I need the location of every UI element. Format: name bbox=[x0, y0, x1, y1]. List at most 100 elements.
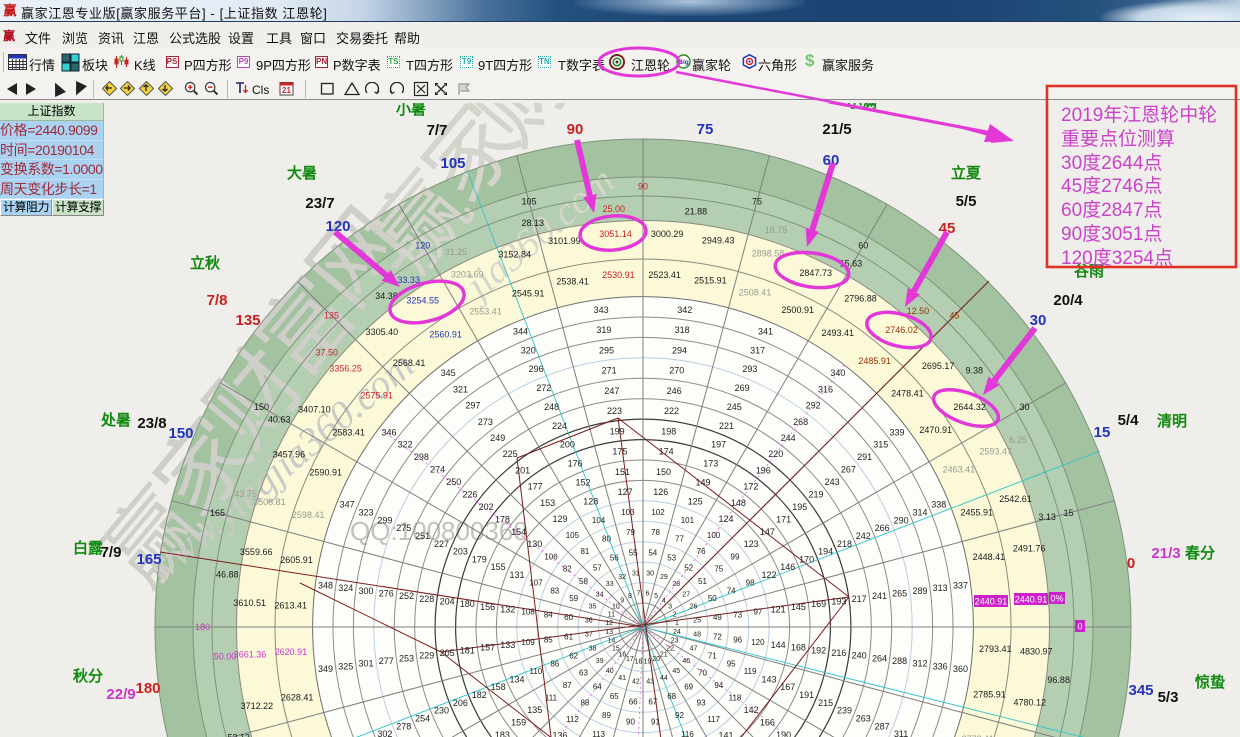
svg-text:166: 166 bbox=[760, 718, 775, 728]
svg-text:7: 7 bbox=[637, 591, 641, 598]
svg-text:128: 128 bbox=[583, 496, 598, 506]
svg-text:150: 150 bbox=[254, 402, 269, 412]
svg-text:340: 340 bbox=[830, 368, 845, 378]
svg-text:203: 203 bbox=[453, 547, 468, 557]
svg-text:98: 98 bbox=[746, 579, 755, 588]
svg-text:118: 118 bbox=[729, 693, 742, 702]
svg-text:165: 165 bbox=[136, 551, 161, 568]
svg-text:81: 81 bbox=[580, 547, 589, 556]
svg-text:62: 62 bbox=[569, 652, 578, 661]
svg-text:44: 44 bbox=[660, 675, 668, 682]
svg-text:6: 6 bbox=[646, 591, 650, 598]
svg-text:269: 269 bbox=[735, 383, 750, 393]
svg-text:12.50: 12.50 bbox=[907, 306, 930, 316]
svg-text:268: 268 bbox=[793, 417, 808, 427]
svg-text:106: 106 bbox=[544, 552, 558, 561]
svg-text:296: 296 bbox=[529, 364, 544, 374]
svg-text:154: 154 bbox=[511, 527, 526, 537]
svg-text:3508.81: 3508.81 bbox=[253, 497, 286, 507]
svg-text:273: 273 bbox=[478, 417, 493, 427]
svg-text:76: 76 bbox=[697, 547, 706, 556]
svg-text:172: 172 bbox=[743, 482, 758, 492]
svg-text:289: 289 bbox=[912, 586, 927, 596]
svg-text:325: 325 bbox=[338, 661, 353, 671]
svg-text:30: 30 bbox=[646, 570, 654, 577]
svg-text:4830.97: 4830.97 bbox=[1020, 646, 1053, 656]
svg-text:90: 90 bbox=[638, 182, 648, 192]
svg-text:2575.91: 2575.91 bbox=[360, 391, 393, 401]
svg-text:178: 178 bbox=[495, 514, 510, 524]
svg-text:223: 223 bbox=[607, 406, 622, 416]
svg-text:30: 30 bbox=[1019, 402, 1029, 412]
svg-text:39: 39 bbox=[596, 658, 604, 665]
svg-text:217: 217 bbox=[852, 594, 867, 604]
svg-text:65: 65 bbox=[610, 692, 619, 701]
svg-text:31: 31 bbox=[632, 570, 640, 577]
svg-text:0: 0 bbox=[1077, 622, 1082, 632]
svg-text:127: 127 bbox=[618, 487, 633, 497]
svg-text:3712.22: 3712.22 bbox=[241, 701, 274, 711]
svg-text:46.88: 46.88 bbox=[216, 569, 239, 579]
svg-text:2796.88: 2796.88 bbox=[844, 294, 877, 304]
svg-text:3661.36: 3661.36 bbox=[234, 650, 267, 660]
svg-text:谷雨: 谷雨 bbox=[1074, 263, 1104, 280]
svg-text:341: 341 bbox=[758, 326, 773, 336]
svg-text:275: 275 bbox=[396, 523, 411, 533]
svg-text:2793.41: 2793.41 bbox=[979, 644, 1012, 654]
svg-text:123: 123 bbox=[744, 539, 759, 549]
svg-text:42: 42 bbox=[632, 679, 640, 686]
svg-text:239: 239 bbox=[837, 706, 852, 716]
svg-text:316: 316 bbox=[818, 384, 833, 394]
svg-text:60: 60 bbox=[858, 241, 868, 251]
svg-text:29: 29 bbox=[660, 574, 668, 581]
svg-text:267: 267 bbox=[841, 465, 856, 475]
svg-text:90: 90 bbox=[567, 121, 584, 138]
svg-text:3254.55: 3254.55 bbox=[406, 296, 439, 306]
svg-text:2746.02: 2746.02 bbox=[885, 325, 918, 335]
svg-text:9.38: 9.38 bbox=[966, 366, 984, 376]
svg-text:43: 43 bbox=[646, 679, 654, 686]
svg-text:24: 24 bbox=[673, 629, 681, 636]
svg-text:77: 77 bbox=[675, 535, 684, 544]
svg-text:132: 132 bbox=[500, 604, 515, 614]
svg-text:91: 91 bbox=[651, 718, 660, 727]
svg-text:216: 216 bbox=[831, 648, 846, 658]
svg-text:105: 105 bbox=[440, 155, 465, 172]
svg-text:84: 84 bbox=[544, 610, 553, 619]
svg-text:36: 36 bbox=[585, 617, 593, 624]
svg-text:182: 182 bbox=[472, 690, 487, 700]
svg-text:133: 133 bbox=[500, 640, 515, 650]
svg-text:2949.43: 2949.43 bbox=[702, 235, 735, 245]
svg-text:277: 277 bbox=[379, 656, 394, 666]
svg-text:2440.91: 2440.91 bbox=[975, 597, 1008, 607]
svg-text:272: 272 bbox=[536, 383, 551, 393]
svg-text:314: 314 bbox=[912, 508, 927, 518]
svg-text:274: 274 bbox=[430, 465, 445, 475]
svg-text:229: 229 bbox=[419, 651, 434, 661]
svg-text:198: 198 bbox=[661, 426, 676, 436]
svg-text:165: 165 bbox=[210, 508, 225, 518]
svg-text:315: 315 bbox=[873, 440, 888, 450]
svg-text:111: 111 bbox=[545, 693, 558, 702]
svg-text:2: 2 bbox=[673, 611, 677, 618]
svg-text:348: 348 bbox=[318, 580, 333, 590]
svg-text:346: 346 bbox=[381, 427, 396, 437]
svg-text:173: 173 bbox=[703, 459, 718, 469]
svg-text:360: 360 bbox=[953, 664, 968, 674]
svg-text:170: 170 bbox=[799, 554, 814, 564]
svg-text:319: 319 bbox=[596, 325, 611, 335]
svg-text:3305.40: 3305.40 bbox=[366, 327, 399, 337]
svg-text:90: 90 bbox=[626, 718, 635, 727]
svg-text:3407.10: 3407.10 bbox=[298, 405, 331, 415]
svg-text:80: 80 bbox=[602, 535, 611, 544]
svg-text:17: 17 bbox=[626, 656, 634, 663]
svg-text:2542.61: 2542.61 bbox=[999, 494, 1032, 504]
svg-text:40: 40 bbox=[606, 668, 614, 675]
svg-text:200: 200 bbox=[560, 440, 575, 450]
svg-text:290: 290 bbox=[894, 515, 909, 525]
svg-text:145: 145 bbox=[791, 602, 806, 612]
svg-text:白露: 白露 bbox=[73, 539, 104, 557]
svg-text:2485.91: 2485.91 bbox=[858, 356, 891, 366]
svg-text:102: 102 bbox=[651, 508, 665, 517]
svg-text:276: 276 bbox=[379, 588, 394, 598]
